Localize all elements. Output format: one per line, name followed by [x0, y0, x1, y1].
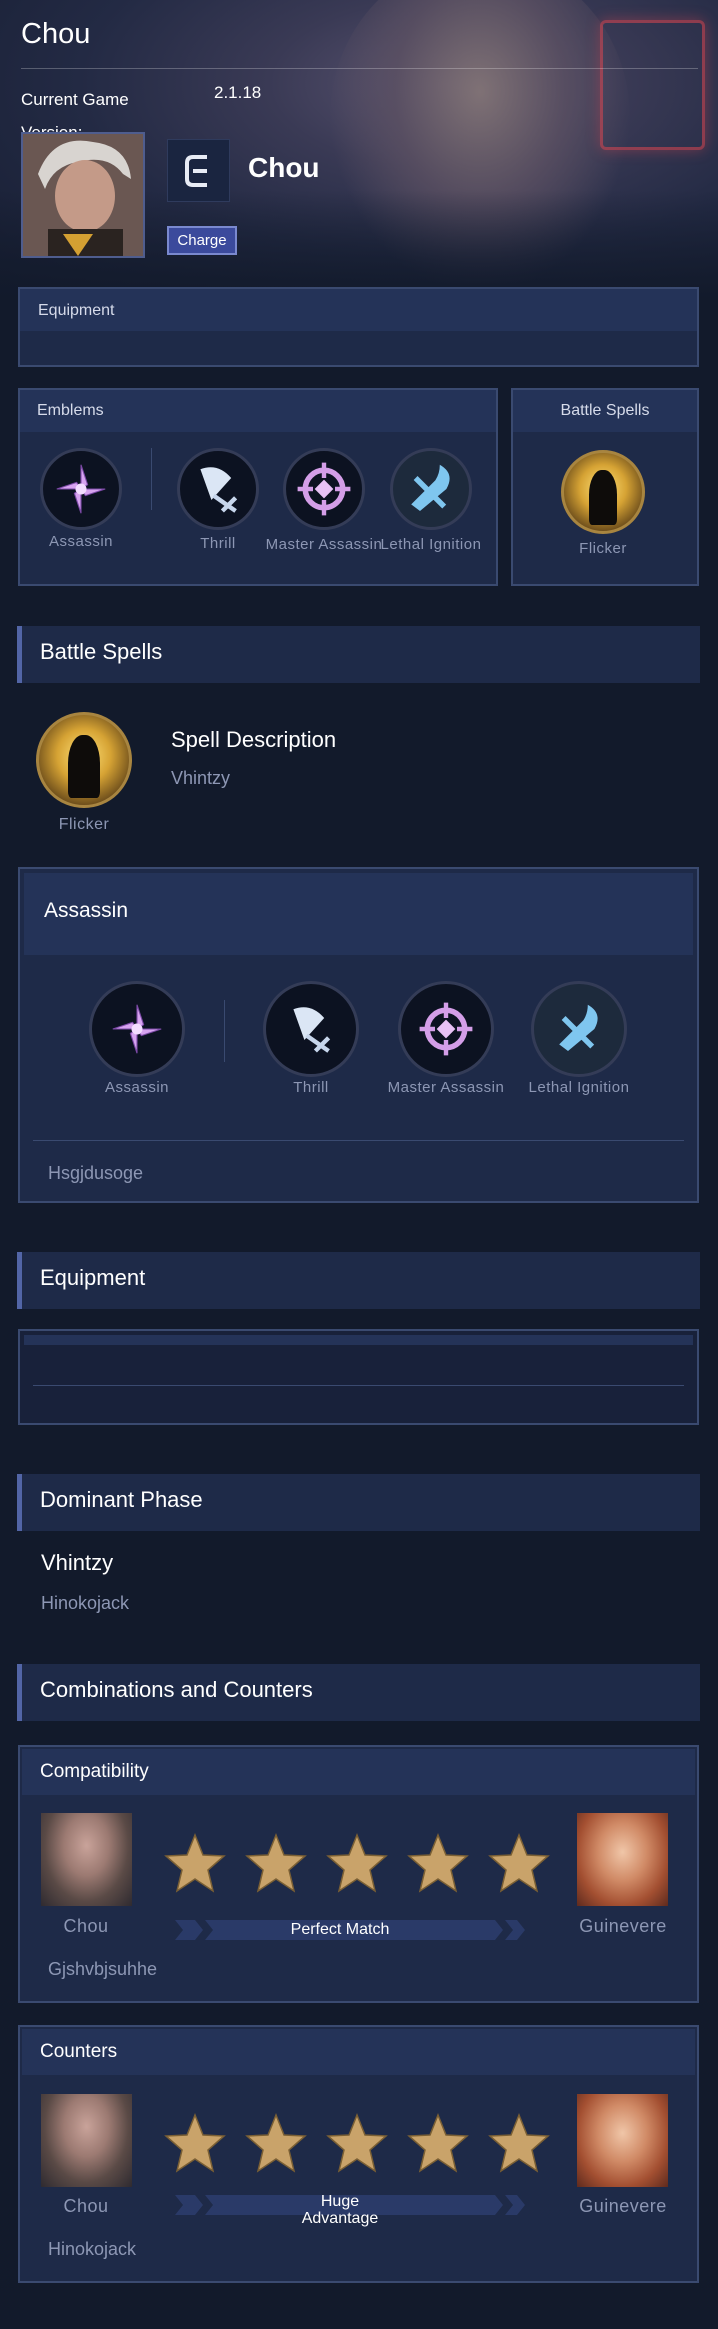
- compatibility-star-icon: [244, 1832, 308, 1896]
- detail-thrill-label: Thrill: [293, 1079, 329, 1096]
- emblem-detail-title: Assassin: [44, 899, 129, 922]
- detail-thrill-icon[interactable]: [263, 981, 359, 1077]
- compatibility-right-hero-avatar[interactable]: [577, 1813, 668, 1906]
- equipment-detail-panel: [18, 1329, 699, 1425]
- emblem-assassin-label: Assassin: [48, 533, 114, 550]
- counters-note: Hinokojack: [48, 2239, 137, 2259]
- flicker-spell-label: Flicker: [579, 540, 627, 557]
- compatibility-star-icon: [406, 1832, 470, 1896]
- compatibility-star-icon: [163, 1832, 227, 1896]
- counters-title: Counters: [40, 2041, 118, 2062]
- counters-star-icon: [325, 2112, 389, 2176]
- counters-rating-label: Huge Advantage: [301, 2193, 379, 2227]
- counters-star-icon: [244, 2112, 308, 2176]
- counters-left-hero-avatar[interactable]: [41, 2094, 132, 2187]
- compatibility-left-hero-name: Chou: [63, 1916, 109, 1936]
- battle-spells-section-header: Battle Spells: [17, 626, 700, 683]
- equipment-summary-panel: Equipment: [18, 287, 699, 367]
- emblem-detail-divider: [224, 1000, 225, 1062]
- equipment-section-header: Equipment: [17, 1252, 700, 1309]
- counters-star-icon: [406, 2112, 470, 2176]
- detail-lethal-ignition-icon[interactable]: [531, 981, 627, 1077]
- emblem-detail-divider-line: [33, 1140, 684, 1141]
- spell-description-text: Vhintzy: [171, 768, 231, 788]
- compatibility-note: Gjshvbjsuhhe: [48, 1959, 158, 1979]
- spell-description-title: Spell Description: [171, 727, 337, 752]
- compatibility-title: Compatibility: [40, 1761, 149, 1782]
- emblem-assassin-icon[interactable]: [40, 448, 122, 530]
- flicker-spell-icon[interactable]: [561, 450, 645, 534]
- dominant-phase-section-header: Dominant Phase: [17, 1474, 700, 1531]
- compatibility-star-icon: [487, 1832, 551, 1896]
- hero-portrait: [21, 132, 145, 258]
- counters-star-icon: [163, 2112, 227, 2176]
- detail-master-assassin-label: Master Assassin: [387, 1079, 505, 1096]
- emblem-thrill-label: Thrill: [200, 535, 236, 552]
- detail-assassin-label: Assassin: [104, 1079, 170, 1096]
- emblem-detail-note: Hsgjdusoge: [48, 1163, 144, 1183]
- equipment-summary-title: Equipment: [38, 302, 115, 319]
- charge-button[interactable]: Charge: [167, 226, 237, 255]
- equipment-detail-divider: [33, 1385, 684, 1386]
- emblem-thrill-icon[interactable]: [177, 448, 259, 530]
- detail-assassin-icon[interactable]: [89, 981, 185, 1077]
- compatibility-left-hero-avatar[interactable]: [41, 1813, 132, 1906]
- spell-detail-name: Flicker: [58, 816, 110, 833]
- compatibility-rating-label: Perfect Match: [290, 1921, 390, 1938]
- counters-star-icon: [487, 2112, 551, 2176]
- spell-detail-icon[interactable]: [36, 712, 132, 808]
- detail-master-assassin-icon[interactable]: [398, 981, 494, 1077]
- dominant-phase-title: Vhintzy: [41, 1550, 114, 1575]
- emblem-lethal-ignition-icon[interactable]: [390, 448, 472, 530]
- emblem-divider: [151, 448, 152, 510]
- emblems-summary-title: Emblems: [37, 402, 104, 419]
- neon-sign-decoration: [600, 20, 705, 150]
- emblem-master-assassin-icon[interactable]: [283, 448, 365, 530]
- battle-spells-summary-title: Battle Spells: [560, 402, 650, 419]
- compatibility-right-hero-name: Guinevere: [579, 1916, 667, 1936]
- combos-section-header: Combinations and Counters: [17, 1664, 700, 1721]
- game-version-value: 2.1.18: [214, 83, 262, 102]
- role-emblem-icon: [167, 139, 230, 202]
- page-title: Chou: [21, 18, 91, 50]
- counters-right-hero-avatar[interactable]: [577, 2094, 668, 2187]
- counters-left-hero-name: Chou: [63, 2196, 109, 2216]
- detail-lethal-ignition-label: Lethal Ignition: [528, 1079, 630, 1096]
- dominant-phase-text: Hinokojack: [41, 1593, 130, 1613]
- compatibility-star-icon: [325, 1832, 389, 1896]
- title-divider: [21, 68, 698, 69]
- hero-name: Chou: [248, 152, 320, 183]
- counters-right-hero-name: Guinevere: [579, 2196, 667, 2216]
- emblem-lethal-ignition-label: Lethal Ignition: [380, 536, 482, 553]
- emblem-master-assassin-label: Master Assassin: [265, 536, 383, 553]
